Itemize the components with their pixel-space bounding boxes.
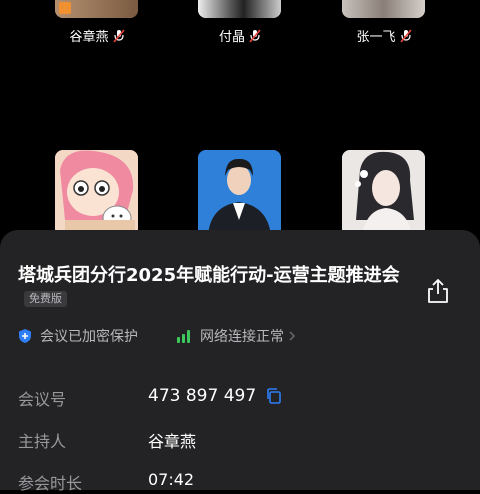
participant-tile-3[interactable]: [342, 0, 425, 18]
participant-tile-4[interactable]: [55, 150, 138, 236]
participant-tile-2[interactable]: [198, 0, 281, 18]
host-label: 主持人: [18, 432, 67, 451]
participant-name: 付晶: [218, 30, 245, 45]
participant-tile-6[interactable]: [342, 150, 425, 236]
share-icon[interactable]: [426, 278, 450, 304]
meeting-title: 塔城兵团分行2025年赋能行动-运营主题推进会免费版: [18, 264, 408, 312]
signal-bars-icon: [177, 330, 190, 343]
network-text: 网络连接正常: [200, 329, 284, 345]
copy-icon[interactable]: [266, 388, 282, 404]
encryption-status[interactable]: 会议已加密保护: [18, 326, 138, 346]
plan-badge: 免费版: [24, 291, 67, 307]
anime-woman-avatar: [342, 150, 425, 236]
duration-label: 参会时长: [18, 474, 83, 493]
host-value: 谷章燕: [148, 432, 197, 451]
encryption-text: 会议已加密保护: [40, 329, 138, 345]
meeting-id-value-wrap: 473 897 497: [148, 386, 282, 406]
network-status[interactable]: 网络连接正常: [176, 326, 296, 346]
participant-name-row-2: 付晶: [170, 26, 310, 45]
participant-name-row-1: 谷章燕: [27, 26, 167, 45]
avatar: [198, 0, 281, 18]
meeting-id-value: 473 897 497: [148, 386, 257, 406]
mic-muted-icon: [249, 28, 261, 43]
participant-tile-5[interactable]: [198, 150, 281, 236]
participant-name: 谷章燕: [69, 30, 109, 45]
meeting-info-sheet: 塔城兵团分行2025年赋能行动-运营主题推进会免费版 会议已加密保护 网络连接正…: [0, 230, 480, 493]
participant-name: 张一飞: [356, 30, 396, 45]
person-icon: [59, 2, 71, 14]
participant-tile-1[interactable]: [55, 0, 138, 18]
avatar: [342, 0, 425, 18]
business-photo-avatar: [198, 150, 281, 236]
participant-name-row-3: 张一飞: [314, 26, 454, 45]
shield-icon: [19, 329, 31, 343]
meeting-title-text: 塔城兵团分行2025年赋能行动-运营主题推进会: [18, 265, 400, 286]
meeting-id-label: 会议号: [18, 390, 67, 409]
chevron-right-icon: [289, 331, 296, 341]
cartoon-girl-cat-avatar: [55, 150, 138, 236]
mic-muted-icon: [399, 28, 412, 43]
mic-muted-icon: [112, 28, 125, 43]
